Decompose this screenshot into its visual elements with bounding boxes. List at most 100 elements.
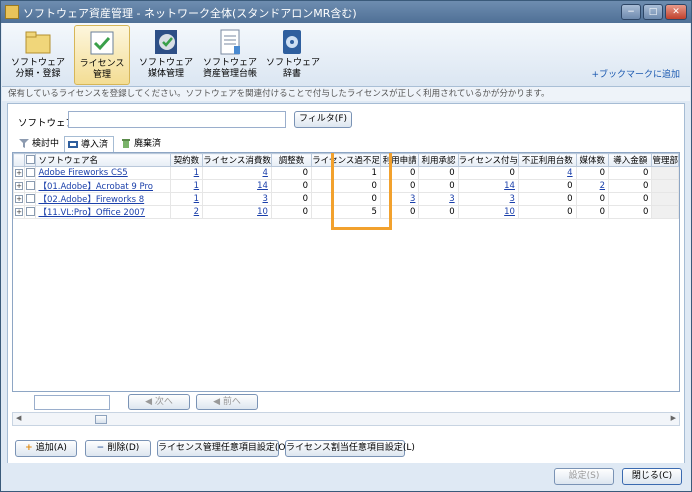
col-software-name[interactable]: ソフトウェア名 <box>35 153 171 167</box>
consumed-link[interactable]: 4 <box>263 168 268 178</box>
title-bar: ソフトウェア資産管理 - ネットワーク全体(スタンドアロンMR含む) − □ ✕ <box>1 1 691 23</box>
find-next-button[interactable]: ◀ 次へ <box>128 394 190 410</box>
adjustment-cell: 0 <box>270 179 313 193</box>
col-use-request[interactable]: 利用申請 <box>379 153 420 167</box>
ribbon-media-management-button[interactable]: ソフトウェア 媒体管理 <box>138 25 194 85</box>
filter-button[interactable]: フィルタ(F) <box>294 111 352 128</box>
close-button[interactable]: 閉じる(C) <box>622 468 682 485</box>
installed-icon <box>68 141 78 148</box>
add-button[interactable]: + 追加(A) <box>15 440 77 457</box>
expand-plus-icon[interactable]: + <box>15 208 24 216</box>
find-input[interactable] <box>34 395 110 410</box>
contracts-link[interactable]: 2 <box>194 207 199 217</box>
surplus-deficit-cell: 5 <box>311 205 381 219</box>
expand-plus-icon[interactable]: + <box>15 182 24 190</box>
expand-plus-icon[interactable]: + <box>15 195 24 203</box>
row-checkbox[interactable] <box>25 181 35 190</box>
scroll-thumb[interactable] <box>95 415 107 424</box>
ribbon-license-management-button[interactable]: ライセンス 管理 <box>74 25 130 85</box>
consumed-link[interactable]: 10 <box>257 207 268 217</box>
row-checkbox[interactable] <box>25 168 35 177</box>
ribbon-software-category-button[interactable]: ソフトウェア 分類・登録 <box>10 25 66 85</box>
software-name-link[interactable]: 【11.VL:Pro】Office 2007 <box>38 208 145 218</box>
management-dept-cell <box>651 166 679 180</box>
col-media-count[interactable]: 媒体数 <box>575 153 610 167</box>
license-grant-link[interactable]: 14 <box>504 181 515 191</box>
unauthorized-link[interactable]: 4 <box>567 168 572 178</box>
row-checkbox[interactable] <box>25 207 35 216</box>
use-request-link[interactable]: 3 <box>410 194 415 204</box>
scroll-right-icon[interactable]: ▶ <box>671 414 676 422</box>
contracts-link[interactable]: 1 <box>194 181 199 191</box>
install-cost-cell: 0 <box>608 166 653 180</box>
assignment-custom-fields-button[interactable]: ライセンス割当任意項目設定(L) <box>285 440 415 457</box>
expand-toggle[interactable]: + <box>13 205 26 219</box>
col-unauthorized-devices[interactable]: 不正利用台数 <box>517 153 577 167</box>
minimize-button[interactable]: − <box>621 4 641 20</box>
table-row[interactable]: + 【02.Adobe】Fireworks 8 1 3 0 0 3 3 3 0 … <box>13 192 679 206</box>
contracts-link[interactable]: 1 <box>194 194 199 204</box>
ribbon-asset-ledger-button[interactable]: ソフトウェア 資産管理台帳 <box>200 25 260 85</box>
col-contracts[interactable]: 契約数 <box>169 153 204 167</box>
row-checkbox-cell[interactable] <box>24 192 37 206</box>
row-checkbox-cell[interactable] <box>24 166 37 180</box>
consumed-link[interactable]: 3 <box>263 194 268 204</box>
license-grant-cell: 0 <box>457 166 519 180</box>
contracts-link[interactable]: 1 <box>194 168 199 178</box>
management-dept-cell <box>651 192 679 206</box>
ribbon-dictionary-button[interactable]: ソフトウェア 辞書 <box>266 25 320 85</box>
software-name-link[interactable]: 【02.Adobe】Fireworks 8 <box>38 195 144 205</box>
next-arrow-icon: ◀ <box>145 397 155 407</box>
col-licenses-consumed[interactable]: ライセンス消費数 <box>202 153 272 167</box>
scroll-left-icon[interactable]: ◀ <box>16 414 21 422</box>
media-count-link[interactable]: 2 <box>600 181 605 191</box>
col-use-approval[interactable]: 利用承認 <box>418 153 459 167</box>
row-checkbox-cell[interactable] <box>24 205 37 219</box>
install-cost-cell: 0 <box>608 192 653 206</box>
maximize-button[interactable]: □ <box>643 4 663 20</box>
surplus-deficit-cell: 1 <box>311 166 381 180</box>
surplus-deficit-cell: 0 <box>311 179 381 193</box>
software-name-link[interactable]: 【01.Adobe】Acrobat 9 Pro <box>38 182 153 192</box>
add-bookmark-link[interactable]: +ブックマークに追加 <box>591 67 680 80</box>
software-name-input[interactable] <box>68 111 286 128</box>
col-license-surplus-deficit[interactable]: ライセンス過不足 <box>311 153 381 167</box>
license-grant-link[interactable]: 10 <box>504 207 515 217</box>
software-name-link[interactable]: Adobe Fireworks CS5 <box>38 168 127 178</box>
horizontal-scrollbar[interactable]: ◀ ▶ <box>12 412 680 426</box>
tab-disposed[interactable]: 廃棄済 <box>118 136 170 152</box>
expand-toggle[interactable]: + <box>13 166 26 180</box>
delete-button[interactable]: − 削除(D) <box>85 440 151 457</box>
find-prev-button[interactable]: ◀ 前へ <box>196 394 258 410</box>
prev-arrow-icon: ◀ <box>213 397 223 407</box>
select-all-checkbox[interactable] <box>25 155 35 164</box>
license-grant-link[interactable]: 3 <box>510 194 515 204</box>
row-checkbox[interactable] <box>25 194 35 203</box>
unauthorized-cell: 0 <box>517 192 577 206</box>
close-window-button[interactable]: ✕ <box>665 4 687 20</box>
table-row[interactable]: + 【01.Adobe】Acrobat 9 Pro 1 14 0 0 0 0 1… <box>13 179 679 193</box>
license-custom-fields-button[interactable]: ライセンス管理任意項目設定(O) <box>157 440 289 457</box>
table-row[interactable]: + Adobe Fireworks CS5 1 4 0 1 0 0 0 4 0 … <box>13 166 679 180</box>
table-row[interactable]: + 【11.VL:Pro】Office 2007 2 10 0 5 0 0 10… <box>13 205 679 219</box>
settings-button[interactable]: 設定(S) <box>554 468 614 485</box>
expand-plus-icon[interactable]: + <box>15 169 24 177</box>
app-window: ソフトウェア資産管理 - ネットワーク全体(スタンドアロンMR含む) − □ ✕… <box>0 0 692 492</box>
tab-under-review[interactable]: 検討中 <box>16 136 62 152</box>
select-all-checkbox-header[interactable] <box>24 153 37 167</box>
col-adjustment[interactable]: 調整数 <box>270 153 313 167</box>
expand-toggle[interactable]: + <box>13 179 26 193</box>
expand-toggle[interactable]: + <box>13 192 26 206</box>
install-cost-cell: 0 <box>608 205 653 219</box>
col-install-cost[interactable]: 導入金額 <box>608 153 653 167</box>
consumed-link[interactable]: 14 <box>257 181 268 191</box>
col-license-grant[interactable]: ライセンス付与 <box>457 153 519 167</box>
col-management-dept[interactable]: 管理部 <box>651 153 679 167</box>
use-approval-link[interactable]: 3 <box>449 194 454 204</box>
expand-column-header <box>13 153 26 167</box>
row-checkbox-cell[interactable] <box>24 179 37 193</box>
tab-installed[interactable]: 導入済 <box>64 136 114 152</box>
footer: 設定(S) 閉じる(C) <box>2 463 690 491</box>
unauthorized-cell: 0 <box>517 179 577 193</box>
use-request-cell: 0 <box>379 166 420 180</box>
